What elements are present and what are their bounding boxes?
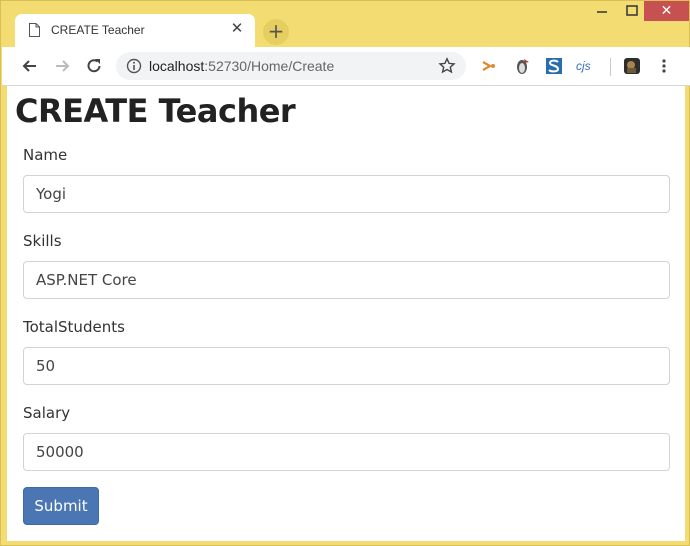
browser-window: CREATE Teacher ✕ + ✕ localhost:52730/Hom… bbox=[0, 0, 690, 546]
tab-title: CREATE Teacher bbox=[51, 23, 145, 37]
maximize-icon bbox=[626, 5, 638, 16]
url-host: localhost bbox=[149, 58, 205, 74]
url-path: :52730/Home/Create bbox=[204, 58, 335, 74]
reload-button[interactable] bbox=[83, 55, 105, 77]
window-close-icon: ✕ bbox=[660, 3, 673, 19]
tab-close-icon[interactable]: ✕ bbox=[229, 20, 245, 36]
name-input[interactable] bbox=[23, 175, 670, 213]
forward-button[interactable] bbox=[51, 55, 73, 77]
new-tab-button[interactable]: + bbox=[263, 19, 289, 45]
minimize-button[interactable] bbox=[591, 1, 613, 23]
browser-tab[interactable]: CREATE Teacher ✕ bbox=[15, 14, 255, 47]
salary-input[interactable] bbox=[23, 433, 670, 471]
info-icon[interactable] bbox=[126, 58, 142, 74]
skills-input[interactable] bbox=[23, 261, 670, 299]
extension-penguin-icon[interactable] bbox=[513, 57, 531, 75]
window-close-button[interactable]: ✕ bbox=[644, 1, 689, 21]
minimize-icon bbox=[597, 11, 607, 13]
address-bar[interactable]: localhost:52730/Home/Create bbox=[116, 52, 466, 80]
browser-toolbar: localhost:52730/Home/Create cjs bbox=[2, 47, 690, 86]
page-title: CREATE Teacher bbox=[15, 92, 296, 130]
title-bar: CREATE Teacher ✕ + ✕ bbox=[1, 1, 689, 47]
menu-dots-icon[interactable] bbox=[655, 57, 673, 75]
maximize-button[interactable] bbox=[621, 1, 643, 23]
forward-icon bbox=[56, 60, 70, 72]
page-icon bbox=[29, 23, 40, 37]
extension-s-icon[interactable] bbox=[545, 57, 563, 75]
extension-arrow-icon[interactable] bbox=[480, 57, 498, 75]
salary-label: Salary bbox=[23, 404, 71, 422]
page-content: CREATE Teacher Name Skills TotalStudents… bbox=[7, 86, 685, 541]
skills-label: Skills bbox=[23, 232, 62, 250]
reload-icon bbox=[87, 59, 101, 73]
submit-button[interactable]: Submit bbox=[23, 487, 99, 525]
url-text[interactable]: localhost:52730/Home/Create bbox=[149, 58, 334, 74]
back-icon bbox=[22, 60, 36, 72]
toolbar-separator bbox=[610, 58, 611, 76]
total-students-label: TotalStudents bbox=[23, 318, 125, 336]
extension-cjs-icon[interactable]: cjs bbox=[576, 57, 598, 75]
profile-avatar-icon[interactable] bbox=[623, 57, 641, 75]
star-icon[interactable] bbox=[438, 57, 456, 75]
name-label: Name bbox=[23, 146, 68, 164]
back-button[interactable] bbox=[19, 55, 41, 77]
total-students-input[interactable] bbox=[23, 347, 670, 385]
